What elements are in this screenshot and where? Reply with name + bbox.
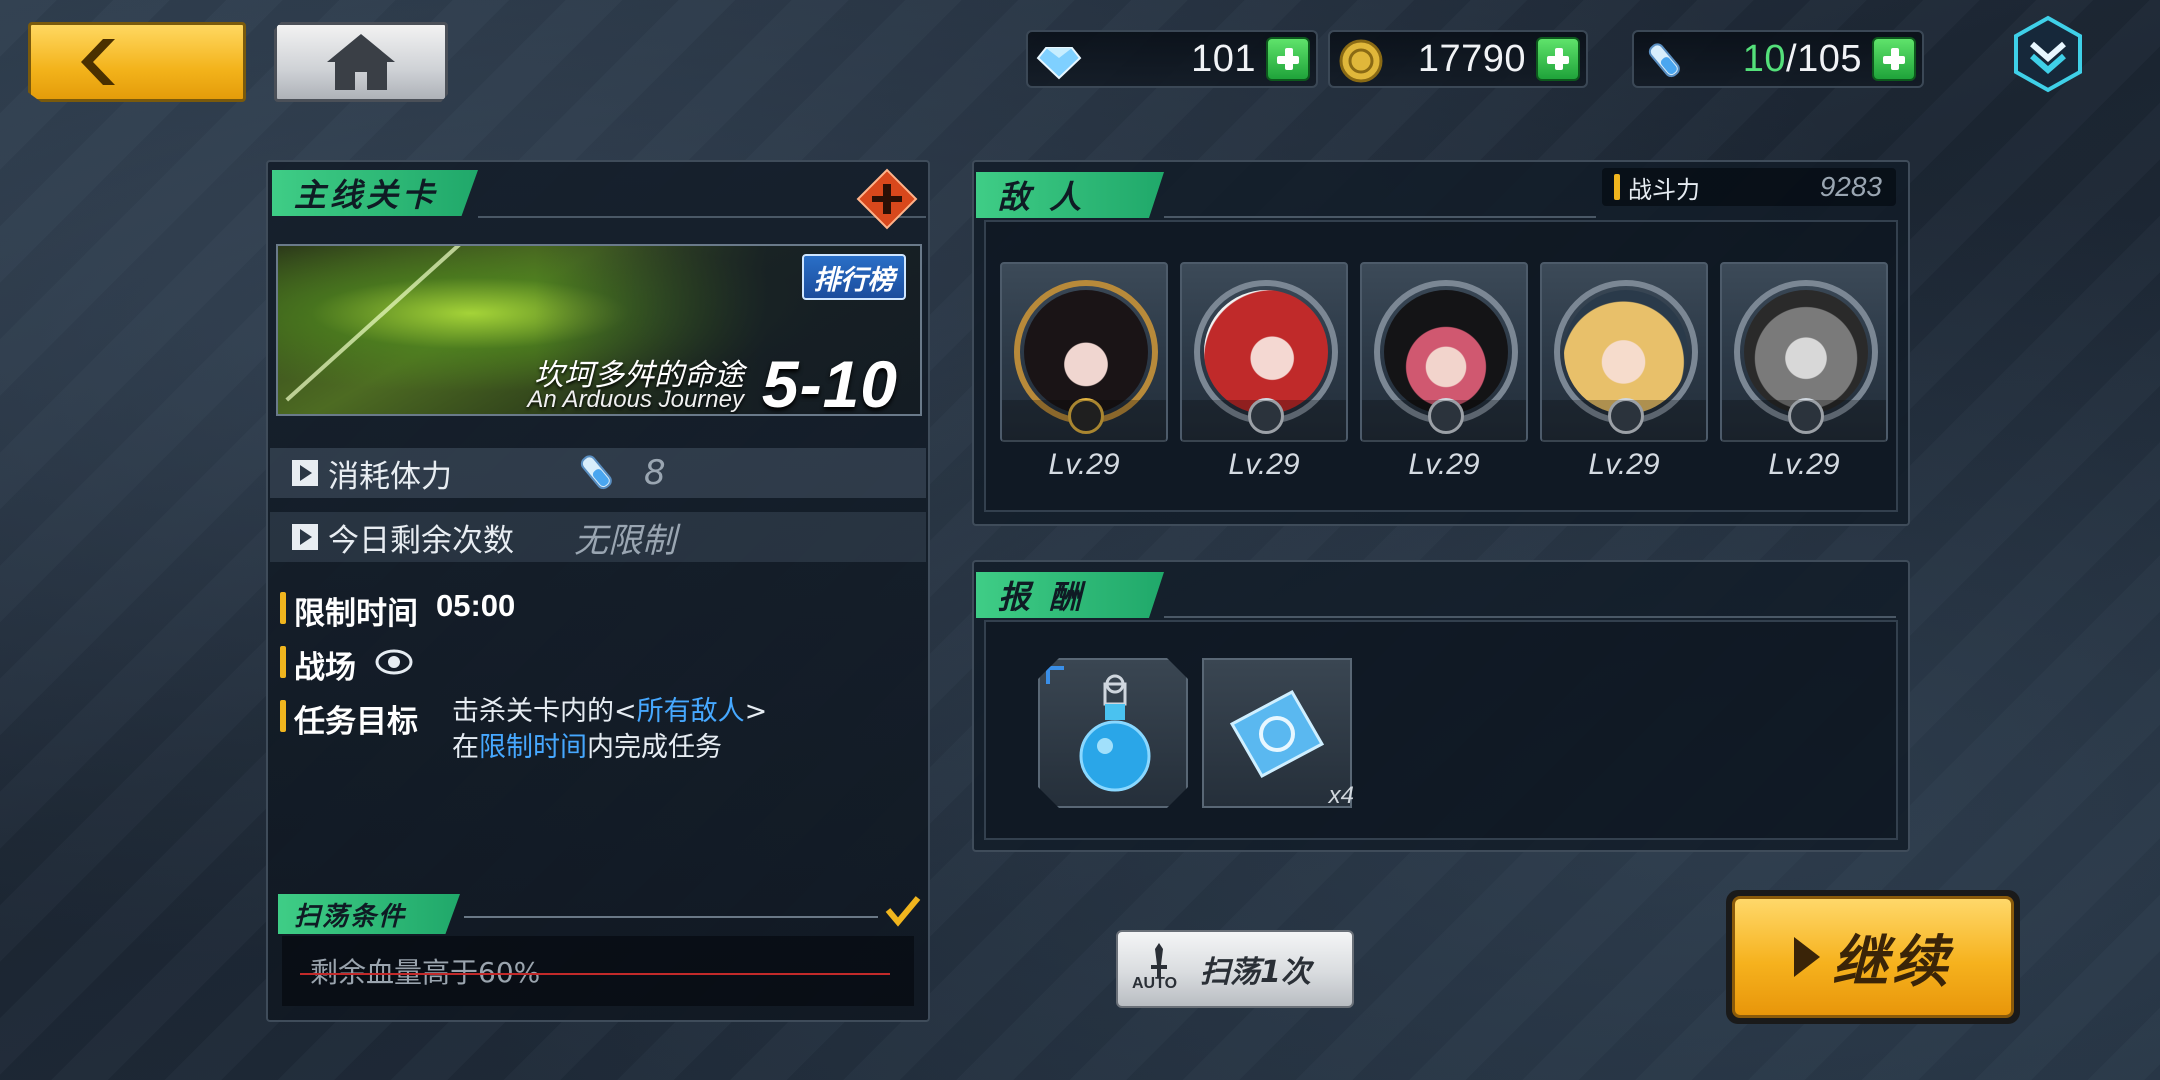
back-button[interactable] xyxy=(28,22,246,102)
enemy-portrait xyxy=(1744,290,1868,414)
enemy-level: Lv.29 xyxy=(1588,448,1660,481)
objective-row: 任务目标 xyxy=(280,696,418,741)
enemy-portrait xyxy=(1204,290,1328,414)
continue-label: 继续 xyxy=(1832,929,1952,995)
row-arrow-icon xyxy=(292,524,318,550)
blue-ticket-icon xyxy=(1229,689,1325,779)
reward-item-ticket[interactable]: x4 xyxy=(1202,658,1354,809)
battlefield-label: 战场 xyxy=(294,650,356,686)
sweep-condition-tag: 扫荡条件 xyxy=(278,894,460,934)
sweep-condition: 剩余血量高于60% xyxy=(282,936,914,1006)
add-diamond-button[interactable] xyxy=(1266,37,1310,81)
enemy-card[interactable]: Lv.29 xyxy=(1180,262,1348,481)
reward-item-potion[interactable] xyxy=(1038,658,1188,808)
play-icon xyxy=(1794,937,1820,977)
objective-label: 任务目标 xyxy=(294,704,418,740)
objective-text: 击杀关卡内的<所有敌人> 在限制时间内完成任务 xyxy=(452,696,768,763)
back-arrow-icon xyxy=(81,39,115,85)
header-divider xyxy=(1164,616,1896,618)
enemy-level: Lv.29 xyxy=(1408,448,1480,481)
time-limit-label: 限制时间 xyxy=(294,596,418,632)
coin-count: 17790 xyxy=(1417,37,1526,80)
auto-sword-icon: AUTO xyxy=(1132,943,1186,995)
combat-power: 战斗力 9283 xyxy=(1602,168,1896,206)
strikethrough-line xyxy=(300,973,890,975)
checkmark-icon xyxy=(885,896,921,927)
time-limit-row: 限制时间 05:00 xyxy=(280,588,515,633)
stamina-vial-icon xyxy=(1648,43,1680,78)
sweep-divider xyxy=(464,916,878,918)
enemy-portrait xyxy=(1564,290,1688,414)
enemy-portrait xyxy=(1024,290,1148,414)
stamina-cost-value: 8 xyxy=(644,453,666,493)
main-stage-tag: 主线关卡 xyxy=(272,170,478,216)
reward-tag: 报 酬 xyxy=(976,572,1164,618)
reward-quantity: x4 xyxy=(1328,782,1354,809)
header-divider xyxy=(1164,216,1596,218)
battlefield-eye-icon[interactable] xyxy=(374,642,414,682)
stage-title-en: An Arduous Journey xyxy=(527,386,744,413)
enemy-card[interactable]: Lv.29 xyxy=(1540,262,1708,481)
stage-number: 5-10 xyxy=(761,347,898,416)
diamond-icon xyxy=(1036,47,1082,80)
sweep-condition-text: 剩余血量高于60% xyxy=(310,956,541,989)
enemy-portrait xyxy=(1384,290,1508,414)
stage-banner-image: 排行榜 坎坷多舛的命途 An Arduous Journey 5-10 xyxy=(276,244,922,416)
combat-power-label: 战斗力 xyxy=(1628,175,1700,204)
add-coin-button[interactable] xyxy=(1536,37,1580,81)
stamina-vial-icon xyxy=(580,455,612,490)
enemy-level: Lv.29 xyxy=(1768,448,1840,481)
attempts-row: 今日剩余次数 无限制 xyxy=(270,512,926,562)
stamina-cost-row: 消耗体力 8 xyxy=(270,448,926,498)
enemy-panel: 敌 人 战斗力 9283 Lv.29 Lv.29 Lv.29 Lv.29 Lv.… xyxy=(972,160,1910,526)
home-icon xyxy=(327,34,395,90)
time-limit-value: 05:00 xyxy=(436,588,516,623)
stamina-cost-label: 消耗体力 xyxy=(328,458,452,495)
enemy-card[interactable]: Lv.29 xyxy=(1000,262,1168,481)
attempts-label: 今日剩余次数 xyxy=(328,522,514,559)
attempts-value: 无限制 xyxy=(574,520,676,561)
blue-potion-icon xyxy=(1079,674,1151,792)
diamond-count: 101 xyxy=(1191,37,1256,80)
combat-power-value: 9283 xyxy=(1819,171,1882,202)
enemy-level: Lv.29 xyxy=(1048,448,1120,481)
dropdown-menu-button[interactable] xyxy=(2008,14,2088,94)
coin-icon xyxy=(1339,39,1383,83)
stage-info-panel: 主线关卡 排行榜 坎坷多舛的命途 An Arduous Journey 5-10… xyxy=(266,160,930,1022)
sweep-label: 扫荡1次 xyxy=(1200,955,1311,990)
continue-button[interactable]: 继续 xyxy=(1726,890,2020,1024)
enemy-card[interactable]: Lv.29 xyxy=(1720,262,1888,481)
stamina-count: 10/105 xyxy=(1742,37,1862,80)
sweep-once-button[interactable]: AUTO 扫荡1次 xyxy=(1116,930,1354,1008)
reward-panel: 报 酬 x4 xyxy=(972,560,1910,852)
enemy-tag: 敌 人 xyxy=(976,172,1164,218)
battlefield-row: 战场 xyxy=(280,642,414,687)
add-stamina-button[interactable] xyxy=(1872,37,1916,81)
danger-icon xyxy=(856,168,918,230)
coin-resource: 17790 xyxy=(1328,30,1588,88)
enemy-card[interactable]: Lv.29 xyxy=(1360,262,1528,481)
diamond-resource: 101 xyxy=(1026,30,1318,88)
row-arrow-icon xyxy=(292,460,318,486)
enemy-level: Lv.29 xyxy=(1228,448,1300,481)
ranking-button[interactable]: 排行榜 xyxy=(802,254,906,300)
stamina-resource: 10/105 xyxy=(1632,30,1924,88)
home-button[interactable] xyxy=(274,22,448,102)
